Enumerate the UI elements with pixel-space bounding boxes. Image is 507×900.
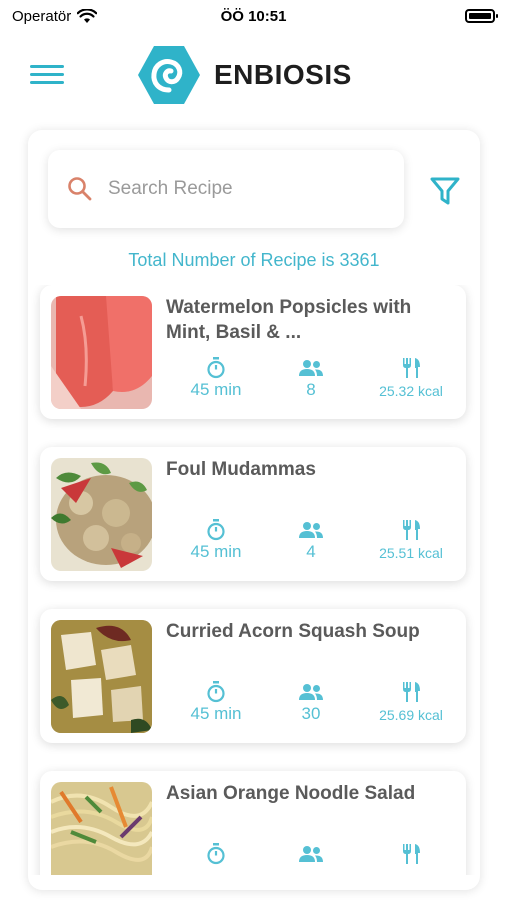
- utensils-icon: [403, 844, 420, 864]
- utensils-icon: [403, 358, 420, 378]
- calories-value: 25.69 kcal: [379, 707, 443, 723]
- time-value: 45 min: [190, 704, 242, 723]
- utensils-icon: [403, 682, 420, 702]
- recipe-panel: Total Number of Recipe is 3361 Watermelo…: [28, 130, 480, 890]
- logo-icon: [138, 46, 200, 104]
- recipe-stats: 45 min 30 25.69 kcal: [166, 681, 466, 729]
- battery-icon: [465, 9, 498, 23]
- stat-calories: [361, 843, 461, 869]
- timer-icon: [207, 357, 225, 379]
- servings-value: 30: [301, 704, 321, 723]
- recipe-card[interactable]: Asian Orange Noodle Salad: [40, 771, 466, 875]
- people-icon: [299, 522, 323, 538]
- stat-servings: 8: [261, 357, 361, 400]
- people-icon: [299, 360, 323, 376]
- stat-servings: [261, 843, 361, 866]
- recipe-title: Foul Mudammas: [166, 459, 316, 480]
- recipe-card[interactable]: Foul Mudammas 45 min 4 25.51 kcal: [40, 447, 466, 581]
- people-icon: [299, 684, 323, 700]
- recipe-title: Curried Acorn Squash Soup: [166, 621, 420, 642]
- recipe-stats: 45 min 4 25.51 kcal: [166, 519, 466, 567]
- recipe-list[interactable]: Watermelon Popsicles with Mint, Basil & …: [28, 285, 480, 875]
- brand-title: ENBIOSIS: [214, 59, 352, 90]
- recipe-title: Asian Orange Noodle Salad: [166, 783, 416, 804]
- recipe-image: [51, 620, 152, 733]
- recipe-image: [51, 296, 152, 409]
- recipe-card[interactable]: Curried Acorn Squash Soup 45 min 30 25.6…: [40, 609, 466, 743]
- search-box[interactable]: [48, 150, 404, 228]
- recipe-stats: 45 min 8 25.32 kcal: [166, 357, 466, 405]
- stat-servings: 30: [261, 681, 361, 724]
- servings-value: 4: [306, 542, 316, 561]
- stat-calories: 25.69 kcal: [361, 681, 461, 723]
- stat-time: [166, 843, 266, 866]
- timer-icon: [207, 843, 225, 865]
- total-recipe-count: Total Number of Recipe is 3361: [128, 250, 380, 270]
- time-value: 45 min: [190, 542, 242, 561]
- calories-value: 25.51 kcal: [379, 545, 443, 561]
- search-input[interactable]: [106, 177, 370, 201]
- timer-icon: [207, 519, 225, 541]
- stat-calories: 25.32 kcal: [361, 357, 461, 399]
- search-icon: [68, 177, 92, 201]
- time-value: 45 min: [190, 380, 242, 399]
- recipe-image: [51, 782, 152, 875]
- filter-icon[interactable]: [428, 174, 462, 208]
- stat-calories: 25.51 kcal: [361, 519, 461, 561]
- timer-icon: [207, 681, 225, 703]
- stat-time: 45 min: [166, 519, 266, 562]
- carrier-label: Operatör: [12, 7, 72, 25]
- utensils-icon: [403, 520, 420, 540]
- wifi-icon: [77, 8, 98, 23]
- recipe-stats: [166, 843, 466, 875]
- app-header: ENBIOSIS: [0, 40, 507, 110]
- calories-value: 25.32 kcal: [379, 383, 443, 399]
- stat-time: 45 min: [166, 681, 266, 724]
- menu-icon[interactable]: [30, 60, 64, 90]
- status-bar: Operatör ÖÖ 10:51: [0, 0, 507, 32]
- stat-time: 45 min: [166, 357, 266, 400]
- people-icon: [299, 846, 323, 862]
- recipe-card[interactable]: Watermelon Popsicles with Mint, Basil & …: [40, 285, 466, 419]
- stat-servings: 4: [261, 519, 361, 562]
- carrier-group: Operatör: [12, 7, 98, 25]
- brand-logo: ENBIOSIS: [136, 44, 352, 106]
- servings-value: 8: [306, 380, 316, 399]
- status-time: ÖÖ 10:51: [220, 7, 287, 25]
- recipe-image: [51, 458, 152, 571]
- recipe-title: Watermelon Popsicles with Mint, Basil & …: [166, 297, 412, 343]
